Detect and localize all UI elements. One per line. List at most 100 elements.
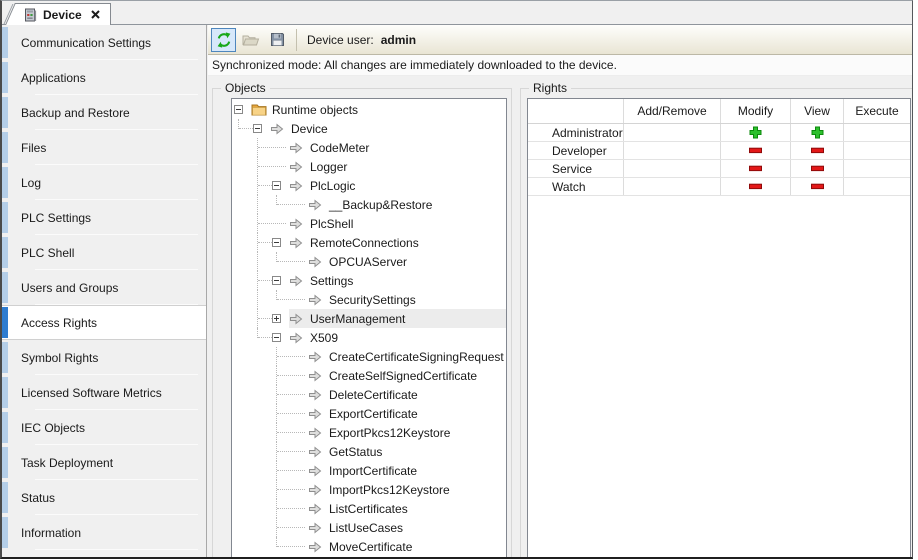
open-button[interactable] [238, 28, 263, 52]
collapse-minus-icon[interactable] [234, 105, 243, 114]
rights-row-service: Service [528, 160, 910, 178]
sidebar-item-backup-and-restore[interactable]: Backup and Restore [2, 95, 206, 130]
sidebar-item-symbol-rights[interactable]: Symbol Rights [2, 340, 206, 375]
permission-cell-add_remove-developer[interactable] [624, 142, 721, 159]
object-arrow-icon [289, 217, 305, 230]
sidebar-item-iec-objects[interactable]: IEC Objects [2, 410, 206, 445]
tree-node-label: X509 [307, 328, 341, 347]
permission-cell-execute-developer[interactable] [844, 142, 910, 159]
tree-node-importpkcs12keystore[interactable]: ImportPkcs12Keystore [232, 480, 506, 499]
object-arrow-icon [308, 255, 324, 268]
sidebar-item-log[interactable]: Log [2, 165, 206, 200]
tree-node-remoteconnections[interactable]: RemoteConnections [232, 233, 506, 252]
permission-denied-icon [749, 180, 762, 193]
save-button[interactable] [265, 28, 290, 52]
tree-connector-line [277, 299, 305, 300]
tree-node-settings[interactable]: Settings [232, 271, 506, 290]
object-arrow-icon [308, 502, 324, 515]
collapse-minus-icon[interactable] [272, 333, 281, 342]
sidebar-item-strip [2, 412, 8, 443]
object-arrow-icon [308, 426, 324, 439]
tree-node-plclogic[interactable]: PlcLogic [232, 176, 506, 195]
tree-node-getstatus[interactable]: GetStatus [232, 442, 506, 461]
refresh-icon [216, 32, 232, 48]
rights-row-watch: Watch [528, 178, 910, 196]
permission-cell-view-developer[interactable] [791, 142, 844, 159]
sidebar-item-task-deployment[interactable]: Task Deployment [2, 445, 206, 480]
permission-cell-view-service[interactable] [791, 160, 844, 177]
tree-node-opcuaserver[interactable]: OPCUAServer [232, 252, 506, 271]
permission-cell-modify-watch[interactable] [721, 178, 791, 195]
permission-cell-modify-developer[interactable] [721, 142, 791, 159]
permission-cell-execute-administrator[interactable] [844, 124, 910, 141]
tree-connector-line [258, 185, 272, 186]
expand-plus-icon[interactable] [272, 314, 281, 323]
tree-node-deletecertificate[interactable]: DeleteCertificate [232, 385, 506, 404]
sidebar-item-plc-settings[interactable]: PLC Settings [2, 200, 206, 235]
permission-denied-icon [811, 180, 824, 193]
sidebar-item-strip [2, 132, 8, 163]
tree-node-exportpkcs12keystore[interactable]: ExportPkcs12Keystore [232, 423, 506, 442]
permission-cell-add_remove-service[interactable] [624, 160, 721, 177]
close-icon[interactable] [90, 9, 102, 21]
permission-cell-modify-administrator[interactable] [721, 124, 791, 141]
rights-row-administrator: Administrator [528, 124, 910, 142]
tree-node-x509[interactable]: X509 [232, 328, 506, 347]
permission-cell-execute-watch[interactable] [844, 178, 910, 195]
collapse-minus-icon[interactable] [272, 276, 281, 285]
objects-tree: Runtime objectsDeviceCodeMeterLoggerPlcL… [231, 98, 507, 559]
tree-node-backup-restore[interactable]: __Backup&Restore [232, 195, 506, 214]
tree-connector-line [277, 451, 305, 452]
tree-node-listcertificates[interactable]: ListCertificates [232, 499, 506, 518]
tree-connector-line [277, 261, 305, 262]
tree-connector-line [258, 147, 286, 148]
permission-cell-add_remove-administrator[interactable] [624, 124, 721, 141]
permission-cell-modify-service[interactable] [721, 160, 791, 177]
tree-node-runtime-objects[interactable]: Runtime objects [232, 100, 506, 119]
tab-device[interactable]: Device [16, 3, 111, 25]
sidebar-item-communication-settings[interactable]: Communication Settings [2, 25, 206, 60]
permission-cell-view-administrator[interactable] [791, 124, 844, 141]
collapse-minus-icon[interactable] [272, 238, 281, 247]
object-arrow-icon [308, 198, 324, 211]
tab-title: Device [43, 8, 82, 22]
sidebar-item-plc-shell[interactable]: PLC Shell [2, 235, 206, 270]
tree-node-exportcertificate[interactable]: ExportCertificate [232, 404, 506, 423]
tree-node-codemeter[interactable]: CodeMeter [232, 138, 506, 157]
rights-header-blank [528, 99, 624, 123]
tree-node-importcertificate[interactable]: ImportCertificate [232, 461, 506, 480]
tree-node-logger[interactable]: Logger [232, 157, 506, 176]
screen: Device Communication SettingsApplication… [0, 0, 918, 560]
sidebar-item-users-and-groups[interactable]: Users and Groups [2, 270, 206, 305]
tree-node-createselfsignedcertificate[interactable]: CreateSelfSignedCertificate [232, 366, 506, 385]
sidebar-item-applications[interactable]: Applications [2, 60, 206, 95]
tree-node-usermanagement[interactable]: UserManagement [232, 309, 506, 328]
sidebar-item-label: IEC Objects [21, 421, 85, 435]
permission-cell-view-watch[interactable] [791, 178, 844, 195]
tree-connector-line [258, 318, 272, 319]
tree-node-label: UserManagement [307, 309, 408, 328]
tree-node-createcertificatesigningrequest[interactable]: CreateCertificateSigningRequest [232, 347, 506, 366]
tree-node-label: Device [288, 119, 331, 138]
sidebar-item-strip [2, 447, 8, 478]
tree-node-label: PlcShell [307, 214, 356, 233]
sidebar-item-status[interactable]: Status [2, 480, 206, 515]
tree-node-device[interactable]: Device [232, 119, 506, 138]
sidebar-item-access-rights[interactable]: Access Rights [2, 305, 206, 340]
sidebar-item-licensed-software-metrics[interactable]: Licensed Software Metrics [2, 375, 206, 410]
tree-node-label: ExportCertificate [326, 404, 421, 423]
collapse-minus-icon[interactable] [253, 124, 262, 133]
sidebar-item-information[interactable]: Information [2, 515, 206, 550]
sidebar-item-files[interactable]: Files [2, 130, 206, 165]
tree-node-securitysettings[interactable]: SecuritySettings [232, 290, 506, 309]
permission-cell-execute-service[interactable] [844, 160, 910, 177]
folder-icon [251, 103, 267, 116]
tree-connector-line [277, 489, 305, 490]
refresh-button[interactable] [211, 28, 236, 52]
tree-node-plcshell[interactable]: PlcShell [232, 214, 506, 233]
object-arrow-icon [289, 236, 305, 249]
collapse-minus-icon[interactable] [272, 181, 281, 190]
tree-node-listusecases[interactable]: ListUseCases [232, 518, 506, 537]
tree-node-movecertificate[interactable]: MoveCertificate [232, 537, 506, 556]
permission-cell-add_remove-watch[interactable] [624, 178, 721, 195]
